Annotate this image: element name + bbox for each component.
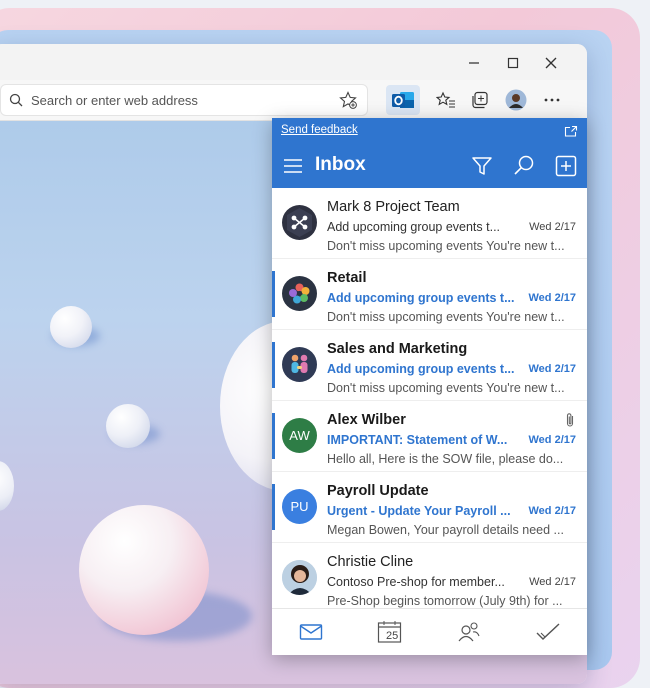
message-date: Wed 2/17: [528, 292, 577, 304]
address-bar[interactable]: Search or enter web address: [0, 84, 368, 116]
message-sender: Retail: [327, 270, 367, 286]
message-subject: Urgent - Update Your Payroll ...: [327, 504, 511, 518]
message-sender: Payroll Update: [327, 483, 429, 499]
filter-icon[interactable]: [470, 154, 494, 178]
message-subject: Contoso Pre-shop for member...: [327, 575, 505, 589]
team-avatar: [282, 205, 317, 240]
message-date: Wed 2/17: [528, 434, 577, 446]
folder-title: Inbox: [315, 154, 366, 175]
photo-avatar: [282, 560, 317, 595]
message-sender: Alex Wilber: [327, 412, 406, 428]
message-subject: Add upcoming group events t...: [327, 362, 515, 376]
title-bar: [0, 44, 587, 80]
send-feedback-link[interactable]: Send feedback: [281, 124, 358, 136]
wallpaper-sphere: [79, 505, 209, 635]
initials-avatar: PU: [282, 489, 317, 524]
message-item[interactable]: Retail Add upcoming group events t... We…: [272, 259, 587, 330]
message-preview: Megan Bowen, Your payroll details need .…: [327, 523, 564, 537]
attachment-icon: [565, 412, 575, 428]
message-list: Mark 8 Project Team Add upcoming group e…: [272, 188, 587, 608]
message-date: Wed 2/17: [528, 363, 577, 375]
message-subject: IMPORTANT: Statement of W...: [327, 433, 508, 447]
flower-logo-icon: [289, 283, 310, 304]
avatar-initials: AW: [289, 428, 310, 443]
tasks-icon[interactable]: [533, 619, 563, 645]
message-item[interactable]: Mark 8 Project Team Add upcoming group e…: [272, 188, 587, 259]
address-placeholder: Search or enter web address: [31, 92, 198, 108]
profile-avatar[interactable]: [502, 87, 530, 113]
wallpaper-sphere: [0, 461, 14, 511]
wallpaper-sphere: [106, 404, 150, 448]
message-sender: Mark 8 Project Team: [327, 199, 460, 215]
message-item[interactable]: Christie Cline Contoso Pre-shop for memb…: [272, 543, 587, 614]
initials-avatar: AW: [282, 418, 317, 453]
more-icon[interactable]: [538, 87, 566, 113]
message-item[interactable]: AW Alex Wilber IMPORTANT: Statement of W…: [272, 401, 587, 472]
message-date: Wed 2/17: [528, 505, 577, 517]
message-preview: Hello all, Here is the SOW file, please …: [327, 452, 564, 466]
new-message-icon[interactable]: [554, 154, 578, 178]
calendar-day: 25: [386, 630, 399, 642]
people-icon[interactable]: [454, 619, 484, 645]
message-sender: Sales and Marketing: [327, 341, 468, 357]
message-item[interactable]: PU Payroll Update Urgent - Update Your P…: [272, 472, 587, 543]
close-icon[interactable]: [540, 52, 562, 74]
panel-header: Send feedback Inbox: [272, 118, 587, 188]
bottom-nav: 25: [272, 608, 587, 655]
message-preview: Don't miss upcoming events You're new t.…: [327, 310, 565, 324]
collections-icon[interactable]: [466, 87, 494, 113]
message-preview: Don't miss upcoming events You're new t.…: [327, 381, 565, 395]
mail-icon[interactable]: [296, 619, 326, 645]
search-icon[interactable]: [512, 154, 536, 178]
add-favorite-icon[interactable]: [339, 91, 357, 109]
calendar-icon[interactable]: 25: [375, 619, 405, 645]
wallpaper-sphere: [50, 306, 92, 348]
message-preview: Pre-Shop begins tomorrow (July 9th) for …: [327, 594, 563, 608]
sales-avatar: [282, 347, 317, 382]
message-subject: Add upcoming group events t...: [327, 220, 501, 234]
message-preview: Don't miss upcoming events You're new t.…: [327, 239, 565, 253]
minimize-icon[interactable]: [463, 52, 485, 74]
outlook-extension-icon[interactable]: [386, 85, 420, 115]
avatar-initials: PU: [290, 499, 309, 514]
search-icon: [9, 93, 23, 107]
favorites-icon[interactable]: [432, 87, 460, 113]
maximize-icon[interactable]: [502, 52, 524, 74]
person-photo-icon: [282, 560, 317, 595]
popout-icon[interactable]: [564, 124, 578, 137]
hamburger-menu-icon[interactable]: [283, 158, 303, 174]
message-subject: Add upcoming group events t...: [327, 291, 515, 305]
people-logo-icon: [291, 354, 308, 373]
retail-avatar: [282, 276, 317, 311]
message-date: Wed 2/17: [529, 576, 576, 588]
message-date: Wed 2/17: [529, 221, 576, 233]
message-sender: Christie Cline: [327, 554, 414, 570]
browser-toolbar: Search or enter web address: [0, 80, 587, 121]
outlook-panel: Send feedback Inbox Mark 8 Project Team …: [272, 118, 587, 655]
hexagon-logo-icon: [287, 208, 312, 237]
message-item[interactable]: Sales and Marketing Add upcoming group e…: [272, 330, 587, 401]
